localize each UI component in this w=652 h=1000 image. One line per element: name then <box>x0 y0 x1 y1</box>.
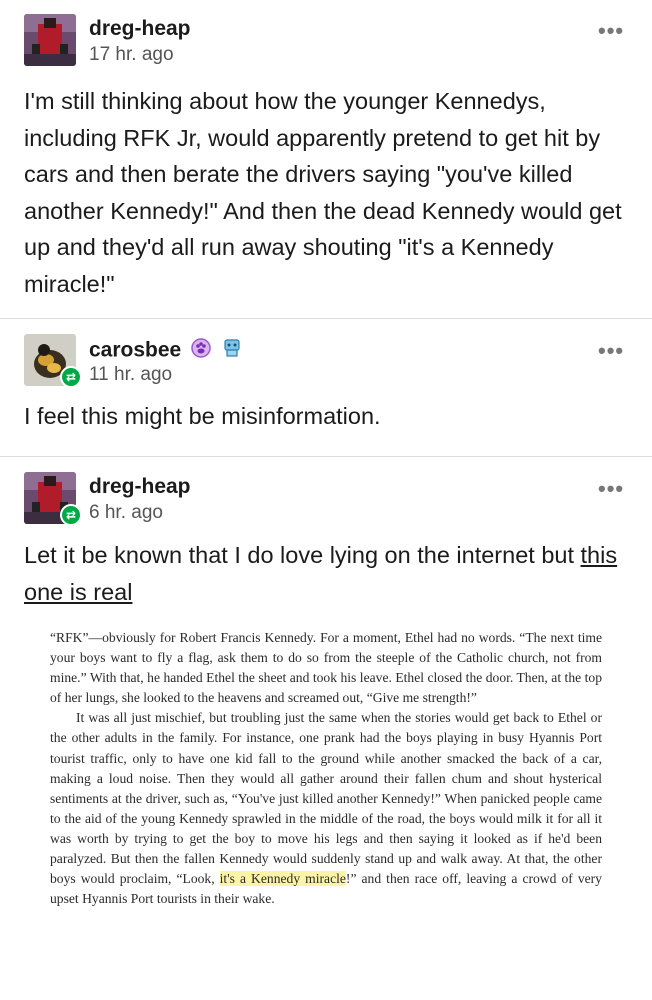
timestamp: 6 hr. ago <box>89 502 163 523</box>
username: carosbee <box>89 337 243 365</box>
more-options-icon[interactable]: ••• <box>598 340 624 362</box>
username[interactable]: dreg-heap <box>89 475 191 499</box>
more-options-icon[interactable]: ••• <box>598 20 624 42</box>
post-body-text: Let it be known that I do love lying on … <box>24 542 581 568</box>
user-avatar-icon <box>24 14 76 66</box>
reblog-icon: ⇄ <box>60 504 82 526</box>
divider <box>0 456 652 457</box>
book-paragraph-2: It was all just mischief, but troubling … <box>50 708 602 909</box>
post-body: Let it be known that I do love lying on … <box>24 537 634 610</box>
more-options-icon[interactable]: ••• <box>598 478 624 500</box>
book-text: It was all just mischief, but troubling … <box>50 710 602 887</box>
blue-badge-icon <box>221 337 243 365</box>
book-excerpt: “RFK”—obviously for Robert Francis Kenne… <box>50 628 602 909</box>
username[interactable]: dreg-heap <box>89 17 191 41</box>
post-body: I feel this might be misinformation. <box>24 403 381 429</box>
highlighted-text: it's a Kennedy miracle <box>219 871 346 887</box>
avatar-dreg-heap[interactable] <box>24 14 76 66</box>
purple-badge-icon <box>191 338 211 364</box>
book-paragraph-1: “RFK”—obviously for Robert Francis Kenne… <box>50 630 602 706</box>
reblog-icon: ⇄ <box>60 366 82 388</box>
timestamp: 17 hr. ago <box>89 44 174 65</box>
username-text[interactable]: carosbee <box>89 339 181 362</box>
post-body: I'm still thinking about how the younger… <box>24 88 622 297</box>
divider <box>0 318 652 319</box>
timestamp: 11 hr. ago <box>89 364 173 385</box>
